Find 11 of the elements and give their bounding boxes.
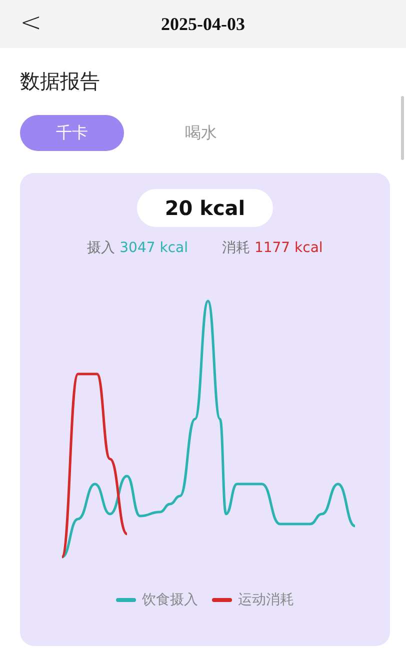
stat-text: 消耗 1177 kcal <box>222 239 323 257</box>
legend-label: 饮食摄入 <box>142 591 198 609</box>
net-calories: 20 kcal <box>136 189 274 227</box>
tab[interactable]: 千卡 <box>20 115 124 151</box>
back-button[interactable]: < <box>16 8 46 38</box>
page-title: 2025-04-03 <box>161 14 245 34</box>
legend-label: 运动消耗 <box>238 591 294 609</box>
scrollbar <box>401 96 404 160</box>
tab[interactable]: 喝水 <box>149 115 253 151</box>
section-title: 数据报告 <box>20 68 100 95</box>
stat-text: 摄入 3047 kcal <box>87 239 188 257</box>
